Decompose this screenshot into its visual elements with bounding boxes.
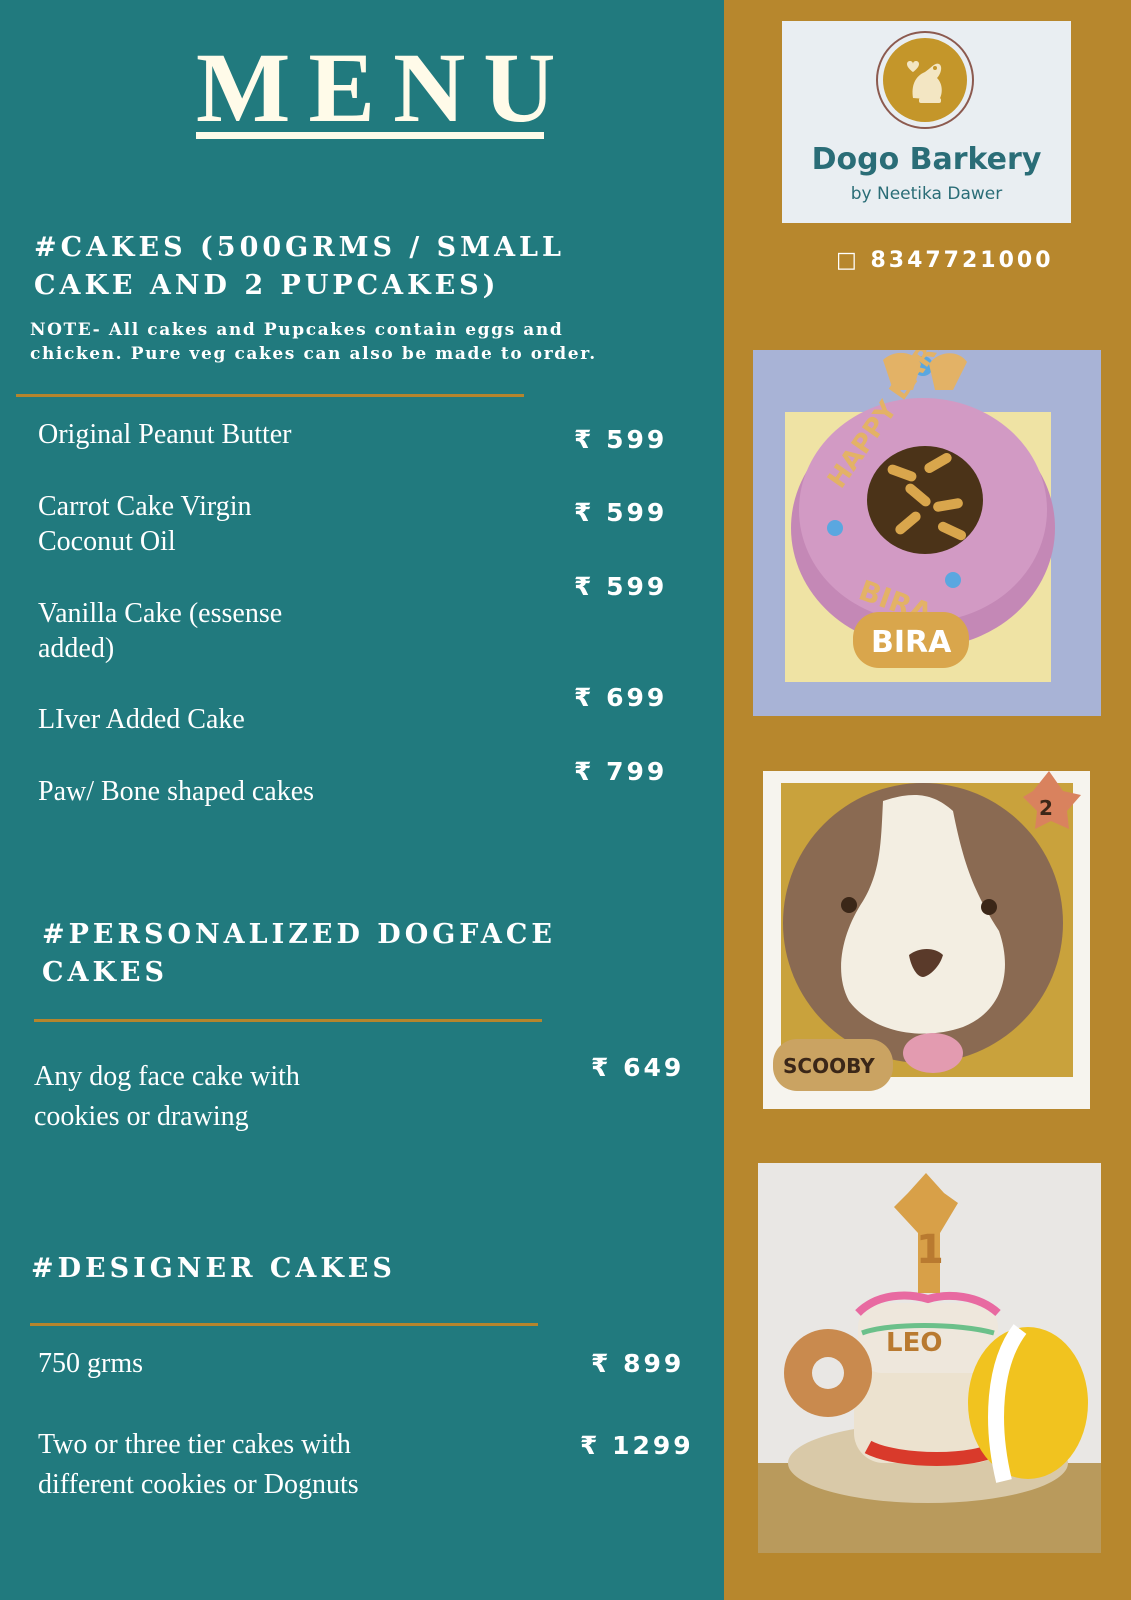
phone-number: □ 8347721000	[836, 248, 1054, 273]
cakes-section-title: #CAKES (500GRMS / SMALL CAKE AND 2 PUPCA…	[34, 229, 565, 305]
cakes-title-line1: #CAKES (500GRMS / SMALL	[34, 232, 565, 263]
brand-name: Dogo Barkery	[811, 142, 1042, 177]
cakes-note-line1: NOTE- All cakes and Pupcakes contain egg…	[30, 320, 564, 340]
dogface-divider	[34, 1019, 542, 1022]
menu-item-name: Paw/ Bone shaped cakes	[38, 776, 315, 807]
menu-item-price: ₹ 599	[574, 572, 668, 601]
menu-title: MENU	[196, 32, 574, 143]
dogface-section-title: #PERSONALIZED DOGFACE CAKES	[42, 916, 556, 992]
menu-item-price: ₹ 649	[591, 1053, 685, 1082]
dog-logo-icon	[883, 38, 967, 122]
cakes-note-line2: chicken. Pure veg cakes can also be made…	[30, 344, 597, 364]
dogface-title-line2: CAKES	[42, 957, 168, 988]
photo-text-tag: 2	[1039, 796, 1053, 820]
menu-item-price: ₹ 799	[574, 757, 668, 786]
menu-item-name: Two or three tier cakes with different c…	[38, 1429, 359, 1500]
brand-byline: by Neetika Dawer	[850, 184, 1003, 204]
menu-item-price: ₹ 599	[574, 425, 668, 454]
photo-text-scooby: SCOOBY	[783, 1054, 875, 1078]
phone-icon: □	[836, 248, 871, 273]
designer-divider	[30, 1323, 538, 1326]
cake-photo-dogface: 2 SCOOBY	[763, 771, 1090, 1109]
menu-item-name: Carrot Cake Virgin Coconut Oil	[38, 491, 252, 557]
cake-photo-barkday: HAPPY BARKDAY BIRA BIRA	[753, 350, 1101, 716]
cakes-note: NOTE- All cakes and Pupcakes contain egg…	[30, 318, 630, 366]
photo-text-number: 1	[916, 1227, 944, 1273]
menu-item-price: ₹ 1299	[580, 1431, 694, 1460]
menu-item-price: ₹ 599	[574, 498, 668, 527]
cakes-divider	[16, 394, 524, 397]
menu-title-underline	[196, 132, 544, 139]
menu-item-name: Original Peanut Butter	[38, 419, 292, 450]
menu-item-price: ₹ 699	[574, 683, 668, 712]
menu-item-name: Any dog face cake with cookies or drawin…	[34, 1061, 300, 1132]
cake-photo-tier: 1 LEO	[758, 1163, 1101, 1553]
cakes-title-line2: CAKE AND 2 PUPCAKES)	[34, 270, 500, 301]
photo-text-bira-bone: BIRA	[871, 625, 952, 660]
dogface-title-line1: #PERSONALIZED DOGFACE	[42, 919, 556, 950]
photo-text-leo: LEO	[886, 1328, 942, 1358]
menu-item-price: ₹ 899	[591, 1349, 685, 1378]
menu-item-name: LIver Added Cake	[38, 704, 245, 735]
designer-section-title: #DESIGNER CAKES	[31, 1253, 396, 1284]
menu-item-name: Vanilla Cake (essense added)	[38, 598, 283, 664]
phone-text: 8347721000	[870, 248, 1054, 273]
menu-item-name: 750 grms	[38, 1348, 143, 1379]
